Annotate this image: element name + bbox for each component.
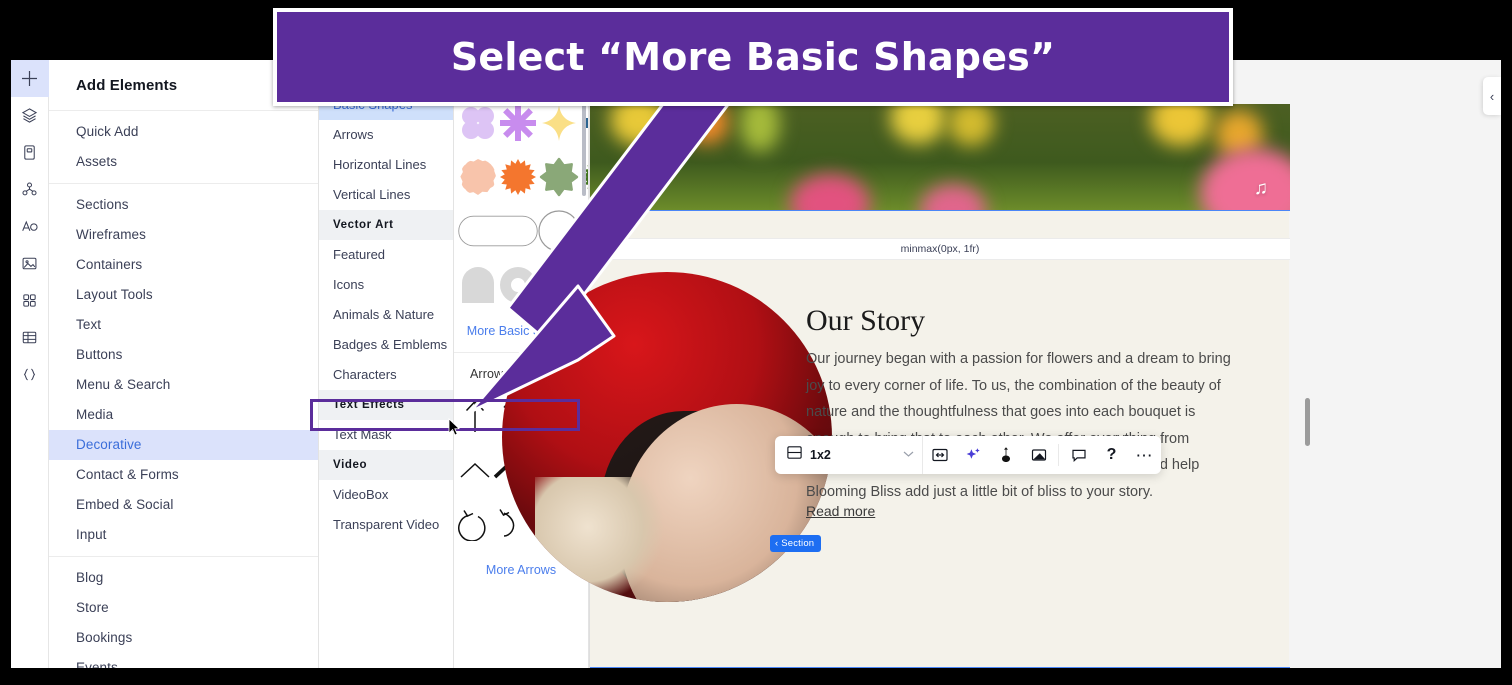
grid-track-label: minmax(0px, 1fr) — [900, 243, 980, 255]
sidebar-item-menu-search[interactable]: Menu & Search — [49, 370, 318, 400]
left-icon-rail — [11, 60, 49, 668]
subcategory-header-video: Video — [319, 450, 453, 480]
callout-text: Select “More Basic Shapes” — [450, 35, 1056, 79]
sidebar-item-media[interactable]: Media — [49, 400, 318, 430]
ai-sparkle-icon[interactable] — [956, 436, 989, 474]
editor-window: Add Elements Quick Add Assets Sections Wire… — [11, 60, 1501, 668]
sidebar-item-containers[interactable]: Containers — [49, 250, 318, 280]
layout-label: 1x2 — [810, 448, 831, 462]
sidebar-item-sections[interactable]: Sections — [49, 190, 318, 220]
sidebar-item-text[interactable]: Text — [49, 310, 318, 340]
media-icon[interactable] — [11, 245, 49, 282]
theme-manager-icon[interactable] — [11, 208, 49, 245]
section-badge[interactable]: ‹ Section — [770, 535, 822, 552]
layers-icon[interactable] — [11, 97, 49, 134]
sidebar-item-events[interactable]: Events — [49, 653, 318, 668]
add-icon[interactable] — [11, 60, 49, 97]
story-heading[interactable]: Our Story — [806, 304, 925, 338]
sidebar-item-embed-social[interactable]: Embed & Social — [49, 490, 318, 520]
resize-horizontal-icon[interactable] — [923, 436, 956, 474]
chevron-down-icon[interactable] — [903, 450, 914, 461]
undo-curve-icon[interactable] — [458, 497, 492, 551]
apps-icon[interactable] — [11, 282, 49, 319]
chevron-up-thin-icon[interactable] — [458, 443, 492, 497]
read-more-link[interactable]: Read more — [806, 503, 875, 519]
toolbar-separator — [1058, 444, 1059, 466]
sidebar-item-contact-forms[interactable]: Contact & Forms — [49, 460, 318, 490]
subcategory-item-videobox[interactable]: VideoBox — [319, 480, 453, 510]
add-elements-panel: Add Elements Quick Add Assets Sections Wire… — [49, 60, 319, 668]
category-group-2: BlogStoreBookingsEventsCommunity — [49, 557, 318, 668]
element-toolbar: 1x2 ? ⋯ — [775, 436, 1161, 474]
layout-grid-icon — [786, 444, 803, 466]
annotation-arrow — [468, 63, 733, 414]
collapse-panel-button[interactable]: ‹ — [1483, 77, 1501, 115]
section-badge-label: Section — [781, 538, 815, 549]
screenshot-root: Add Elements Quick Add Assets Sections Wire… — [0, 0, 1512, 685]
sidebar-item-buttons[interactable]: Buttons — [49, 340, 318, 370]
category-group-1: Sections Wireframes Containers Layout Tools… — [49, 184, 318, 557]
layout-selector[interactable]: 1x2 — [775, 436, 923, 474]
sidebar-item-store[interactable]: Store — [49, 593, 318, 623]
cms-icon[interactable] — [11, 319, 49, 356]
sidebar-item-layout-tools[interactable]: Layout Tools — [49, 280, 318, 310]
sidebar-item-assets[interactable]: Assets — [49, 147, 318, 177]
callout-banner: Select “More Basic Shapes” — [273, 8, 1233, 106]
category-group-0: Quick Add Assets — [49, 111, 318, 184]
background-icon[interactable] — [1022, 436, 1055, 474]
music-note-icon: ♫ — [1253, 178, 1268, 199]
subcategory-item-transparent-video[interactable]: Transparent Video — [319, 510, 453, 540]
story-paragraph[interactable]: Our journey began with a passion for flo… — [806, 346, 1234, 505]
more-options-icon[interactable]: ⋯ — [1128, 436, 1161, 474]
more-basic-shapes-highlight — [310, 399, 580, 431]
design-theme-icon[interactable] — [989, 436, 1022, 474]
mouse-cursor-icon — [448, 418, 460, 436]
canvas-scrollbar[interactable] — [1305, 398, 1310, 446]
pages-icon[interactable] — [11, 134, 49, 171]
sidebar-item-bookings[interactable]: Bookings — [49, 623, 318, 653]
sidebar-item-input[interactable]: Input — [49, 520, 318, 550]
dev-mode-icon[interactable] — [11, 356, 49, 393]
toolbar-actions: ? ⋯ — [923, 436, 1161, 474]
site-structure-icon[interactable] — [11, 171, 49, 208]
sidebar-item-wireframes[interactable]: Wireframes — [49, 220, 318, 250]
sidebar-item-quick-add[interactable]: Quick Add — [49, 117, 318, 147]
sidebar-item-blog[interactable]: Blog — [49, 563, 318, 593]
comment-icon[interactable] — [1062, 436, 1095, 474]
category-groups: Quick Add Assets Sections Wireframes Contain… — [49, 111, 318, 668]
help-icon[interactable]: ? — [1095, 436, 1128, 474]
sidebar-item-decorative[interactable]: Decorative — [49, 430, 318, 460]
